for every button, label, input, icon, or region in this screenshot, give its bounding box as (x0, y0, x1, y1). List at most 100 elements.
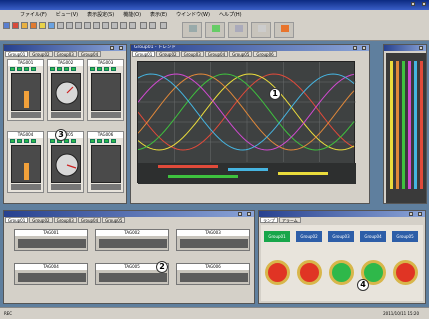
zoom-in-icon[interactable] (66, 22, 73, 29)
tool-setup-button[interactable] (251, 22, 271, 38)
tab-alarm[interactable]: アラーム (278, 217, 301, 223)
close-button[interactable] (418, 212, 422, 216)
lamp-1[interactable] (265, 260, 290, 285)
tab-group05[interactable]: Group05 (229, 51, 253, 57)
forward-icon[interactable] (129, 22, 136, 29)
menu-window[interactable]: ウインドウ(W) (176, 11, 210, 18)
stop-icon[interactable] (102, 22, 109, 29)
close-button[interactable] (419, 46, 423, 50)
menu-view[interactable]: ビュー(V) (56, 11, 78, 18)
open-icon[interactable] (12, 22, 19, 29)
tag-card-tag001[interactable]: TAG001 (7, 59, 44, 121)
tag-card-tag005[interactable]: TAG005 (47, 131, 84, 193)
bar-display (11, 73, 41, 111)
rewind-icon[interactable] (120, 22, 127, 29)
menu-help[interactable]: ヘルプ(H) (219, 11, 242, 18)
new-icon[interactable] (3, 22, 10, 29)
tool-trend-button[interactable] (182, 22, 202, 38)
status-left: REC (4, 311, 13, 316)
minimize-button[interactable] (353, 46, 357, 50)
tab-group02[interactable]: Group02 (156, 51, 180, 57)
tag-card-tag003[interactable]: TAG003 (87, 59, 124, 121)
panel-window: Group01 Group02 Group03 Group04 Group05 … (3, 210, 255, 304)
menu-function[interactable]: 機能(O) (123, 11, 141, 18)
zoom-out-icon[interactable] (75, 22, 82, 29)
value-readout (91, 184, 121, 190)
tab-group03[interactable]: Group03 (53, 51, 77, 57)
minimize-button[interactable] (110, 46, 114, 50)
trend-plot (137, 62, 356, 184)
menu-bar: ファイル(F) ビュー(V) 表示設定(S) 機能(O) 表示(E) ウインドウ… (0, 10, 429, 19)
paste-icon[interactable] (57, 22, 64, 29)
tab-group04[interactable]: Group04 (204, 51, 229, 57)
tab-group02[interactable]: Group02 (29, 51, 53, 57)
lamp-tool-icon[interactable] (160, 22, 167, 29)
copy-icon[interactable] (48, 22, 55, 29)
tab-group06[interactable]: Group06 (253, 51, 277, 57)
tool-report-button[interactable] (228, 22, 248, 38)
close-button[interactable] (247, 212, 251, 216)
value-readout (51, 112, 81, 118)
record-icon[interactable] (111, 22, 118, 29)
flag-icon[interactable] (149, 22, 156, 29)
close-button[interactable] (422, 2, 426, 6)
minimize-button[interactable] (238, 212, 242, 216)
lamp-5[interactable] (393, 260, 418, 285)
tab-group03[interactable]: Group03 (53, 217, 77, 223)
marker-bar (278, 172, 328, 175)
menu-file[interactable]: ファイル(F) (20, 11, 47, 18)
save-icon[interactable] (21, 22, 28, 29)
close-button[interactable] (362, 46, 366, 50)
lamp-header-2: Group02 (296, 231, 322, 242)
tag-card-tag002[interactable]: TAG002 (47, 59, 84, 121)
bar-display (91, 145, 121, 183)
status-leds (10, 67, 38, 71)
tab-group03[interactable]: Group03 (180, 51, 204, 57)
minimize-button[interactable] (411, 2, 415, 6)
level-bar (24, 163, 29, 180)
tab-group02[interactable]: Group02 (29, 217, 53, 223)
scada-monitor-app: { "window": { "title": "" }, "menu": ["フ… (0, 0, 429, 319)
trend-series-4 (137, 73, 355, 151)
play-icon[interactable] (84, 22, 91, 29)
lamp-header-1: Group01 (264, 231, 290, 242)
strip-window-titlebar (384, 45, 426, 51)
tab-group04[interactable]: Group04 (77, 217, 102, 223)
panel-tag006[interactable]: TAG006 (176, 263, 250, 285)
panel-tag004[interactable]: TAG004 (14, 263, 88, 285)
lamp-2[interactable] (297, 260, 322, 285)
tab-group04[interactable]: Group04 (77, 51, 102, 57)
tag-card-tag006[interactable]: TAG006 (87, 131, 124, 193)
panel-tabs: Group01 Group02 Group03 Group04 Group05 (5, 217, 126, 223)
tab-group01[interactable]: Group01 (5, 51, 29, 57)
status-leds (90, 139, 118, 143)
bar-display (11, 145, 41, 183)
minimize-button[interactable] (409, 212, 413, 216)
trend-chart (137, 61, 356, 184)
lamp-3[interactable] (329, 260, 354, 285)
level-bar (24, 91, 29, 108)
tag-card-tag004[interactable]: TAG004 (7, 131, 44, 193)
tab-group05[interactable]: Group05 (102, 217, 126, 223)
tool-alarm-button[interactable] (274, 22, 294, 38)
menu-display-settings[interactable]: 表示設定(S) (87, 11, 114, 18)
lamp-header-3: Group03 (328, 231, 354, 242)
menu-display[interactable]: 表示(E) (150, 11, 167, 18)
tab-group01[interactable]: Group01 (132, 51, 156, 57)
pause-icon[interactable] (93, 22, 100, 29)
print-icon[interactable] (30, 22, 37, 29)
value-strip-window (383, 44, 427, 204)
pin-icon[interactable] (140, 22, 147, 29)
tab-group01[interactable]: Group01 (5, 217, 29, 223)
panel-tag001[interactable]: TAG001 (14, 229, 88, 251)
annotation-2: 2 (156, 261, 168, 273)
alarm-tool-icon (281, 25, 289, 32)
tab-lamp[interactable]: ランプ (260, 217, 278, 223)
panel-tag002[interactable]: TAG002 (95, 229, 169, 251)
tool-panel-button[interactable] (205, 22, 225, 38)
lamp-tabs: ランプ アラーム (260, 217, 302, 223)
close-button[interactable] (119, 46, 123, 50)
cut-icon[interactable] (39, 22, 46, 29)
annotation-1: 1 (269, 88, 281, 100)
panel-tag003[interactable]: TAG003 (176, 229, 250, 251)
